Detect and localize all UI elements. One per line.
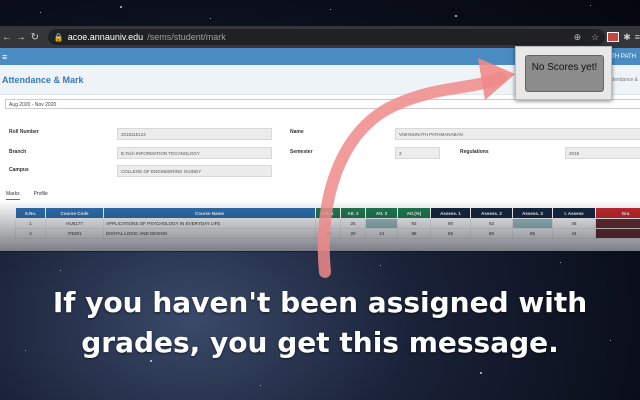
- column-header: Course Name: [103, 207, 316, 219]
- column-header: Assess. 2: [470, 207, 513, 219]
- table-cell: 25: [340, 218, 366, 229]
- column-header: Assess. 1: [430, 207, 471, 219]
- regulations-value: 2019: [565, 147, 640, 159]
- table-cell: [595, 218, 640, 229]
- table-cell: DIGITAL LOGIC AND DESIGN: [103, 228, 316, 239]
- roll-number-value: 2018115124: [117, 128, 272, 140]
- address-bar[interactable]: 🔒 acoe.annauniv.edu/sems/student/mark ⊕ …: [47, 29, 606, 45]
- column-header: S.No.: [15, 207, 46, 219]
- name-label: Name: [290, 129, 304, 135]
- page-title: Attendance & Mark: [2, 74, 84, 85]
- semester-value: 3: [395, 147, 440, 159]
- name-value: VISHNUNATH PATHMANABAN: [395, 128, 640, 140]
- caption: If you haven't been assigned with grades…: [0, 283, 640, 363]
- column-header: Att. 1: [315, 207, 341, 219]
- table-cell: 93: [430, 228, 471, 239]
- table-cell: 92: [470, 218, 513, 229]
- table-cell: APPLICATIONS OF PSYCHOLOGY IN EVERYDAY L…: [103, 218, 316, 229]
- forward-icon[interactable]: →: [14, 32, 28, 43]
- column-header: Att. 2: [340, 207, 366, 219]
- breadcrumb[interactable]: Attendance &: [608, 77, 638, 83]
- column-header: I. Assess: [552, 207, 596, 219]
- column-header: Assess. 3: [512, 207, 553, 219]
- column-header: Att.(%): [397, 207, 431, 219]
- table-header-row: S.No. Course Code Course Name Att. 1 Att…: [15, 207, 640, 219]
- tab-marks[interactable]: Marks: [6, 191, 20, 200]
- table-cell: HU5177: [45, 218, 104, 229]
- column-header: Att. 3: [365, 207, 398, 219]
- marks-table: S.No. Course Code Course Name Att. 1 Att…: [15, 207, 640, 239]
- no-scores-message: No Scores yet!: [525, 55, 604, 92]
- roll-number-label: Roll Number: [9, 129, 39, 135]
- back-icon[interactable]: ←: [0, 32, 14, 43]
- table-cell: 17: [315, 218, 341, 229]
- campus-value: COLLEGE OF ENGINEERING GUINDY: [117, 165, 272, 177]
- campus-label: Campus: [9, 167, 29, 173]
- table-cell: 93: [397, 218, 431, 229]
- table-row: 2 IT5301 DIGITAL LOGIC AND DESIGN 23 20 …: [15, 228, 640, 239]
- column-header: Gra: [595, 207, 640, 219]
- table-cell: 98: [397, 228, 431, 239]
- hamburger-menu-icon[interactable]: ≡: [2, 52, 7, 62]
- tab-profile[interactable]: Profile: [34, 191, 48, 200]
- table-cell: 90: [430, 218, 471, 229]
- table-cell: [512, 218, 553, 229]
- zoom-icon[interactable]: ⊕: [574, 32, 582, 43]
- regulations-label: Regulations: [460, 149, 489, 155]
- semester-label: Semester: [290, 149, 313, 155]
- caption-line-2: grades, you get this message.: [81, 326, 559, 359]
- semester-select[interactable]: Aug 2020 - Nov 2020: [5, 99, 640, 109]
- table-cell: 1: [15, 218, 46, 229]
- table-cell: 80: [470, 228, 513, 239]
- table-cell: 14: [365, 228, 398, 239]
- table-cell: 20: [340, 228, 366, 239]
- table-row: 1 HU5177 APPLICATIONS OF PSYCHOLOGY IN E…: [15, 218, 640, 229]
- table-cell: [365, 218, 398, 229]
- table-cell: 46: [552, 218, 596, 229]
- extension-popup: No Scores yet!: [515, 46, 612, 100]
- browser-toolbar: ← → ↻ 🔒 acoe.annauniv.edu/sems/student/m…: [0, 26, 640, 48]
- table-cell: 2: [15, 228, 46, 239]
- branch-label: Branch: [9, 149, 27, 155]
- extension-icon[interactable]: [607, 32, 620, 42]
- table-cell: IT5301: [45, 228, 104, 239]
- reload-icon[interactable]: ↻: [28, 32, 42, 43]
- caption-line-1: If you haven't been assigned with: [52, 286, 588, 319]
- bookmark-star-icon[interactable]: ☆: [591, 32, 599, 43]
- extensions-puzzle-icon[interactable]: ✱: [623, 32, 631, 43]
- table-cell: [595, 228, 640, 239]
- branch-value: B.Tech INFORMATION TECHNOLOGY: [117, 147, 272, 159]
- menu-icon[interactable]: ≡: [635, 32, 640, 42]
- column-header: Course Code: [45, 207, 104, 219]
- table-cell: 23: [315, 228, 341, 239]
- tab-bar: Marks Profile: [6, 191, 48, 200]
- table-cell: 85: [512, 228, 553, 239]
- url-path: /sems/student/mark: [147, 32, 226, 42]
- url-host: acoe.annauniv.edu: [67, 32, 144, 42]
- table-cell: 44: [552, 228, 596, 239]
- lock-icon: 🔒: [53, 32, 64, 42]
